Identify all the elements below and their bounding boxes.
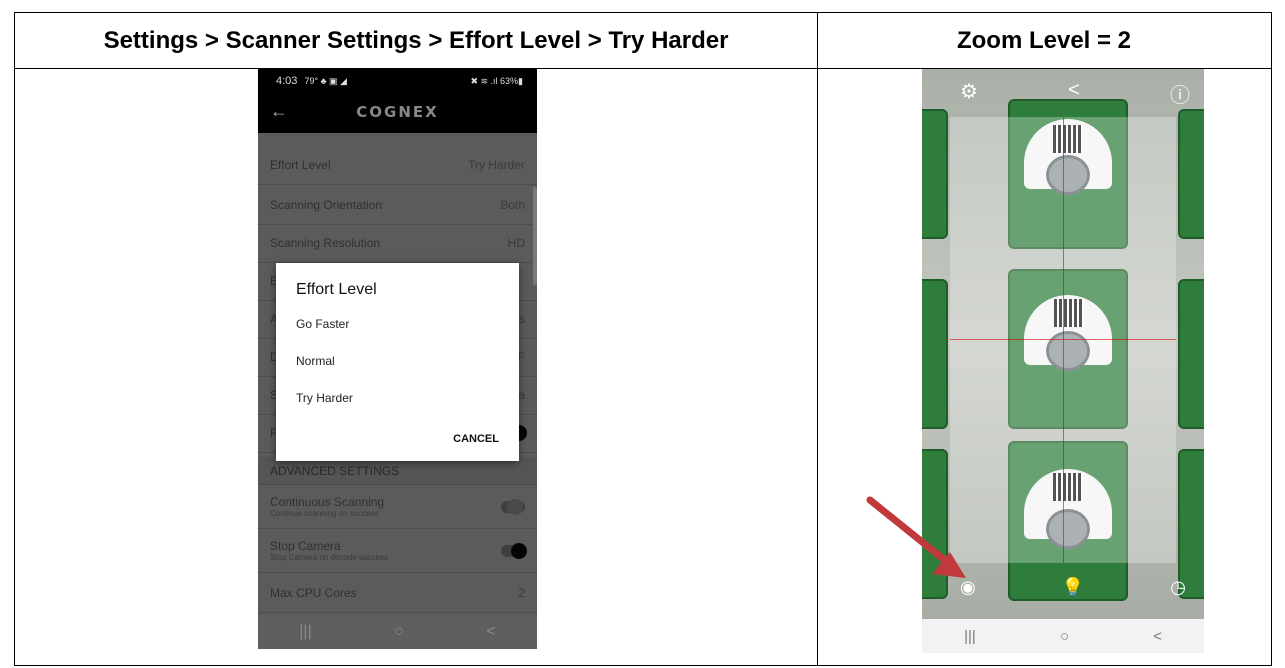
- option-go-faster[interactable]: Go Faster: [296, 317, 349, 331]
- crosshair-vertical: [1063, 117, 1064, 563]
- scrollbar[interactable]: [533, 187, 537, 285]
- setting-value: HD: [507, 235, 525, 250]
- option-try-harder[interactable]: Try Harder: [296, 391, 353, 405]
- continuous-scanning-toggle[interactable]: [501, 498, 525, 515]
- setting-label: Scanning Resolution: [270, 235, 381, 250]
- setting-value: a: [518, 387, 525, 402]
- setting-row-stop-camera[interactable]: Stop Camera Stop Camera on decode succes…: [258, 529, 537, 573]
- home-icon[interactable]: ○: [394, 623, 404, 641]
- setting-row-effort-level[interactable]: Effort Level Try Harder: [258, 145, 537, 185]
- option-normal[interactable]: Normal: [296, 354, 335, 368]
- setting-row-continuous-scanning[interactable]: Continuous Scanning Continue scanning on…: [258, 485, 537, 529]
- dialog-title: Effort Level: [296, 281, 377, 298]
- back-icon[interactable]: <: [1153, 628, 1162, 645]
- flashlight-icon[interactable]: 💡: [1062, 577, 1084, 598]
- android-nav-bar: ||| ○ <: [922, 619, 1204, 653]
- cancel-button[interactable]: CANCEL: [453, 433, 499, 445]
- column-divider: [817, 13, 818, 665]
- setting-label: Effort Level: [270, 157, 331, 172]
- right-column-header: Zoom Level = 2: [817, 13, 1271, 69]
- android-nav-bar: ||| ○ <: [258, 615, 537, 649]
- setting-value: 2: [518, 585, 525, 600]
- recent-apps-icon[interactable]: |||: [299, 623, 311, 641]
- share-icon[interactable]: <: [1068, 79, 1080, 108]
- crosshair-horizontal: [950, 339, 1176, 340]
- pcb-board: [922, 109, 948, 239]
- setting-sublabel: Continue scanning on success: [270, 509, 379, 518]
- setting-sublabel: Stop Camera on decode success: [270, 553, 388, 562]
- pcb-board: [1178, 109, 1204, 239]
- status-right-icons: ✖ ≋ .ıl 63%▮: [470, 75, 523, 86]
- pcb-board: [922, 279, 948, 429]
- setting-label: Continuous Scanning: [270, 495, 385, 509]
- setting-row-scanning-resolution[interactable]: Scanning Resolution HD: [258, 223, 537, 263]
- stop-camera-toggle[interactable]: [501, 542, 527, 559]
- back-icon[interactable]: <: [486, 623, 495, 641]
- setting-value: Try Harder: [468, 157, 525, 172]
- history-icon[interactable]: ◷: [1170, 577, 1186, 598]
- status-left-icons: 79° ♣ ▣ ◢: [304, 76, 347, 86]
- app-logo: COGNEX: [356, 103, 439, 121]
- setting-label: Stop Camera: [270, 539, 341, 553]
- setting-label: Scanning Orientation: [270, 197, 383, 212]
- left-column-header: Settings > Scanner Settings > Effort Lev…: [15, 13, 817, 69]
- home-icon[interactable]: ○: [1060, 628, 1069, 645]
- annotation-arrow-icon: [866, 496, 966, 578]
- section-advanced-settings: ADVANCED SETTINGS: [258, 457, 537, 485]
- setting-label: Max CPU Cores: [270, 585, 357, 600]
- status-time: 4:03: [276, 75, 298, 87]
- settings-gear-icon[interactable]: ⚙: [960, 79, 978, 108]
- status-left: 4:03 79° ♣ ▣ ◢: [276, 75, 347, 87]
- setting-row-max-cpu-cores[interactable]: Max CPU Cores 2: [258, 573, 537, 613]
- app-bar: ← COGNEX: [258, 93, 537, 133]
- setting-value: Both: [500, 197, 525, 212]
- settings-phone-screenshot: 4:03 79° ♣ ▣ ◢ ✖ ≋ .ıl 63%▮ ← COGNEX Eff…: [258, 69, 537, 649]
- camera-top-toolbar: ⚙ < ⓘ: [922, 79, 1204, 108]
- effort-level-dialog: Effort Level Go Faster Normal Try Harder…: [276, 263, 519, 461]
- recent-apps-icon[interactable]: |||: [964, 628, 976, 645]
- setting-row-scanning-orientation[interactable]: Scanning Orientation Both: [258, 185, 537, 225]
- status-bar: 4:03 79° ♣ ▣ ◢ ✖ ≋ .ıl 63%▮: [258, 69, 537, 93]
- setting-value: s: [519, 311, 525, 326]
- pcb-board: [1178, 279, 1204, 429]
- info-icon[interactable]: ⓘ: [1170, 79, 1190, 108]
